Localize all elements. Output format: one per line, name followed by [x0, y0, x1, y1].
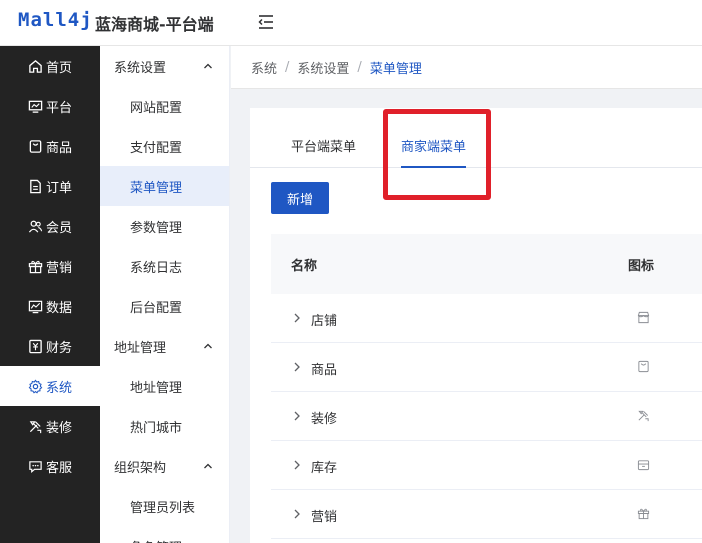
sidebar-item-label: 数据 — [46, 300, 73, 316]
breadcrumb: 系统 / 系统设置 / 菜单管理 — [231, 46, 702, 89]
sidebar-item-label: 平台 — [46, 100, 73, 116]
top-header: Mall4j 蓝海商城-平台端 — [0, 0, 702, 46]
sidebar-item-label: 商品 — [46, 140, 73, 156]
row-name: 商品 — [311, 363, 338, 378]
subnav-group-address-management[interactable]: 地址管理 — [100, 326, 229, 366]
secondary-sidebar: 系统设置 网站配置 支付配置 菜单管理 参数管理 系统日志 后台配置 地址管理 … — [100, 46, 230, 543]
row-name: 营销 — [311, 510, 338, 525]
sidebar-item-home[interactable]: 首页 — [0, 46, 100, 86]
sidebar-item-label: 营销 — [46, 260, 73, 276]
subnav-item-admin-list[interactable]: 管理员列表 — [100, 486, 229, 526]
gift-icon — [27, 258, 43, 274]
document-icon — [27, 178, 43, 194]
subnav-item-menu-management[interactable]: 菜单管理 — [100, 166, 229, 206]
logo[interactable]: Mall4j — [18, 9, 93, 31]
sidebar-item-marketing[interactable]: 营销 — [0, 246, 100, 286]
tab-platform-menu[interactable]: 平台端菜单 — [291, 128, 356, 168]
sidebar-item-label: 系统 — [46, 380, 73, 396]
row-name: 装修 — [311, 412, 338, 427]
sidebar-item-label: 客服 — [46, 460, 73, 476]
subnav-group-label: 地址管理 — [114, 340, 167, 356]
column-header-name: 名称 — [291, 258, 318, 274]
breadcrumb-separator: / — [285, 59, 290, 75]
sidebar-item-products[interactable]: 商品 — [0, 126, 100, 166]
sidebar-item-finance[interactable]: 财务 — [0, 326, 100, 366]
breadcrumb-separator: / — [357, 59, 362, 75]
chevron-up-icon — [204, 343, 212, 349]
subnav-item-role-management[interactable]: 角色管理 — [100, 526, 229, 543]
sidebar-item-label: 首页 — [46, 60, 73, 76]
sidebar-item-data[interactable]: 数据 — [0, 286, 100, 326]
home-icon — [27, 58, 43, 74]
subnav-group-label: 系统设置 — [114, 60, 167, 76]
sidebar-item-members[interactable]: 会员 — [0, 206, 100, 246]
brush-icon — [638, 410, 649, 422]
table-row[interactable]: 店铺 — [271, 294, 702, 343]
subnav-item-backend-config[interactable]: 后台配置 — [100, 286, 229, 326]
bag-icon — [27, 138, 43, 154]
sidebar-item-system[interactable]: 系统 — [0, 366, 100, 406]
row-name: 库存 — [311, 461, 338, 476]
tab-merchant-menu[interactable]: 商家端菜单 — [401, 128, 467, 168]
collapse-menu-icon[interactable] — [256, 12, 276, 32]
subnav-item-payment-config[interactable]: 支付配置 — [100, 126, 229, 166]
shop-icon — [637, 311, 650, 324]
box-icon — [637, 460, 650, 471]
sidebar-item-service[interactable]: 客服 — [0, 446, 100, 486]
sidebar-item-label: 订单 — [46, 180, 73, 196]
chat-icon — [27, 458, 43, 474]
sidebar-item-label: 财务 — [46, 340, 73, 356]
sidebar-item-orders[interactable]: 订单 — [0, 166, 100, 206]
table-row[interactable]: 库存 — [271, 441, 702, 490]
table-row[interactable]: 营销 — [271, 490, 702, 539]
subnav-group-label: 组织架构 — [114, 460, 167, 476]
gift-icon — [637, 508, 650, 520]
chevron-up-icon — [204, 463, 212, 469]
app-title: 蓝海商城-平台端 — [95, 15, 214, 34]
chevron-right-icon[interactable] — [293, 459, 301, 471]
table-row[interactable]: 商品 — [271, 343, 702, 392]
menu-tabs: 平台端菜单 商家端菜单 — [250, 128, 702, 168]
chevron-right-icon[interactable] — [293, 312, 301, 324]
brush-icon — [27, 418, 43, 434]
chevron-right-icon[interactable] — [293, 410, 301, 422]
sidebar-item-platform[interactable]: 平台 — [0, 86, 100, 126]
subnav-item-system-log[interactable]: 系统日志 — [100, 246, 229, 286]
content-card: 平台端菜单 商家端菜单 新增 名称 图标 店铺 商品 装修 库存 营销 — [250, 108, 702, 543]
gear-icon — [27, 378, 43, 394]
breadcrumb-item-system-settings[interactable]: 系统设置 — [297, 58, 349, 77]
monitor-icon — [27, 98, 43, 114]
bag-icon — [638, 360, 649, 373]
chevron-right-icon[interactable] — [293, 508, 301, 520]
table-header: 名称 图标 — [271, 234, 702, 294]
breadcrumb-item-menu-management: 菜单管理 — [369, 61, 422, 77]
subnav-group-organization[interactable]: 组织架构 — [100, 446, 229, 486]
sidebar-item-label: 会员 — [46, 220, 73, 236]
column-header-icon: 图标 — [628, 258, 655, 274]
row-name: 店铺 — [311, 314, 338, 329]
finance-icon — [27, 338, 43, 354]
sidebar-item-label: 装修 — [46, 420, 73, 436]
table-row[interactable]: 装修 — [271, 392, 702, 441]
subnav-group-system-settings[interactable]: 系统设置 — [100, 46, 229, 86]
chevron-right-icon[interactable] — [293, 361, 301, 373]
primary-sidebar: 首页 平台 商品 订单 会员 营销 数据 财务 系统 装修 客服 — [0, 46, 100, 543]
breadcrumb-item-system[interactable]: 系统 — [251, 58, 277, 77]
chevron-up-icon — [204, 63, 212, 69]
menu-table: 名称 图标 店铺 商品 装修 库存 营销 — [271, 234, 702, 539]
subnav-item-address-management[interactable]: 地址管理 — [100, 366, 229, 406]
subnav-item-hot-cities[interactable]: 热门城市 — [100, 406, 229, 446]
subnav-item-parameter-management[interactable]: 参数管理 — [100, 206, 229, 246]
sidebar-item-decoration[interactable]: 装修 — [0, 406, 100, 446]
users-icon — [27, 218, 43, 234]
subnav-item-website-config[interactable]: 网站配置 — [100, 86, 229, 126]
chart-icon — [27, 298, 43, 314]
add-button[interactable]: 新增 — [271, 182, 329, 214]
